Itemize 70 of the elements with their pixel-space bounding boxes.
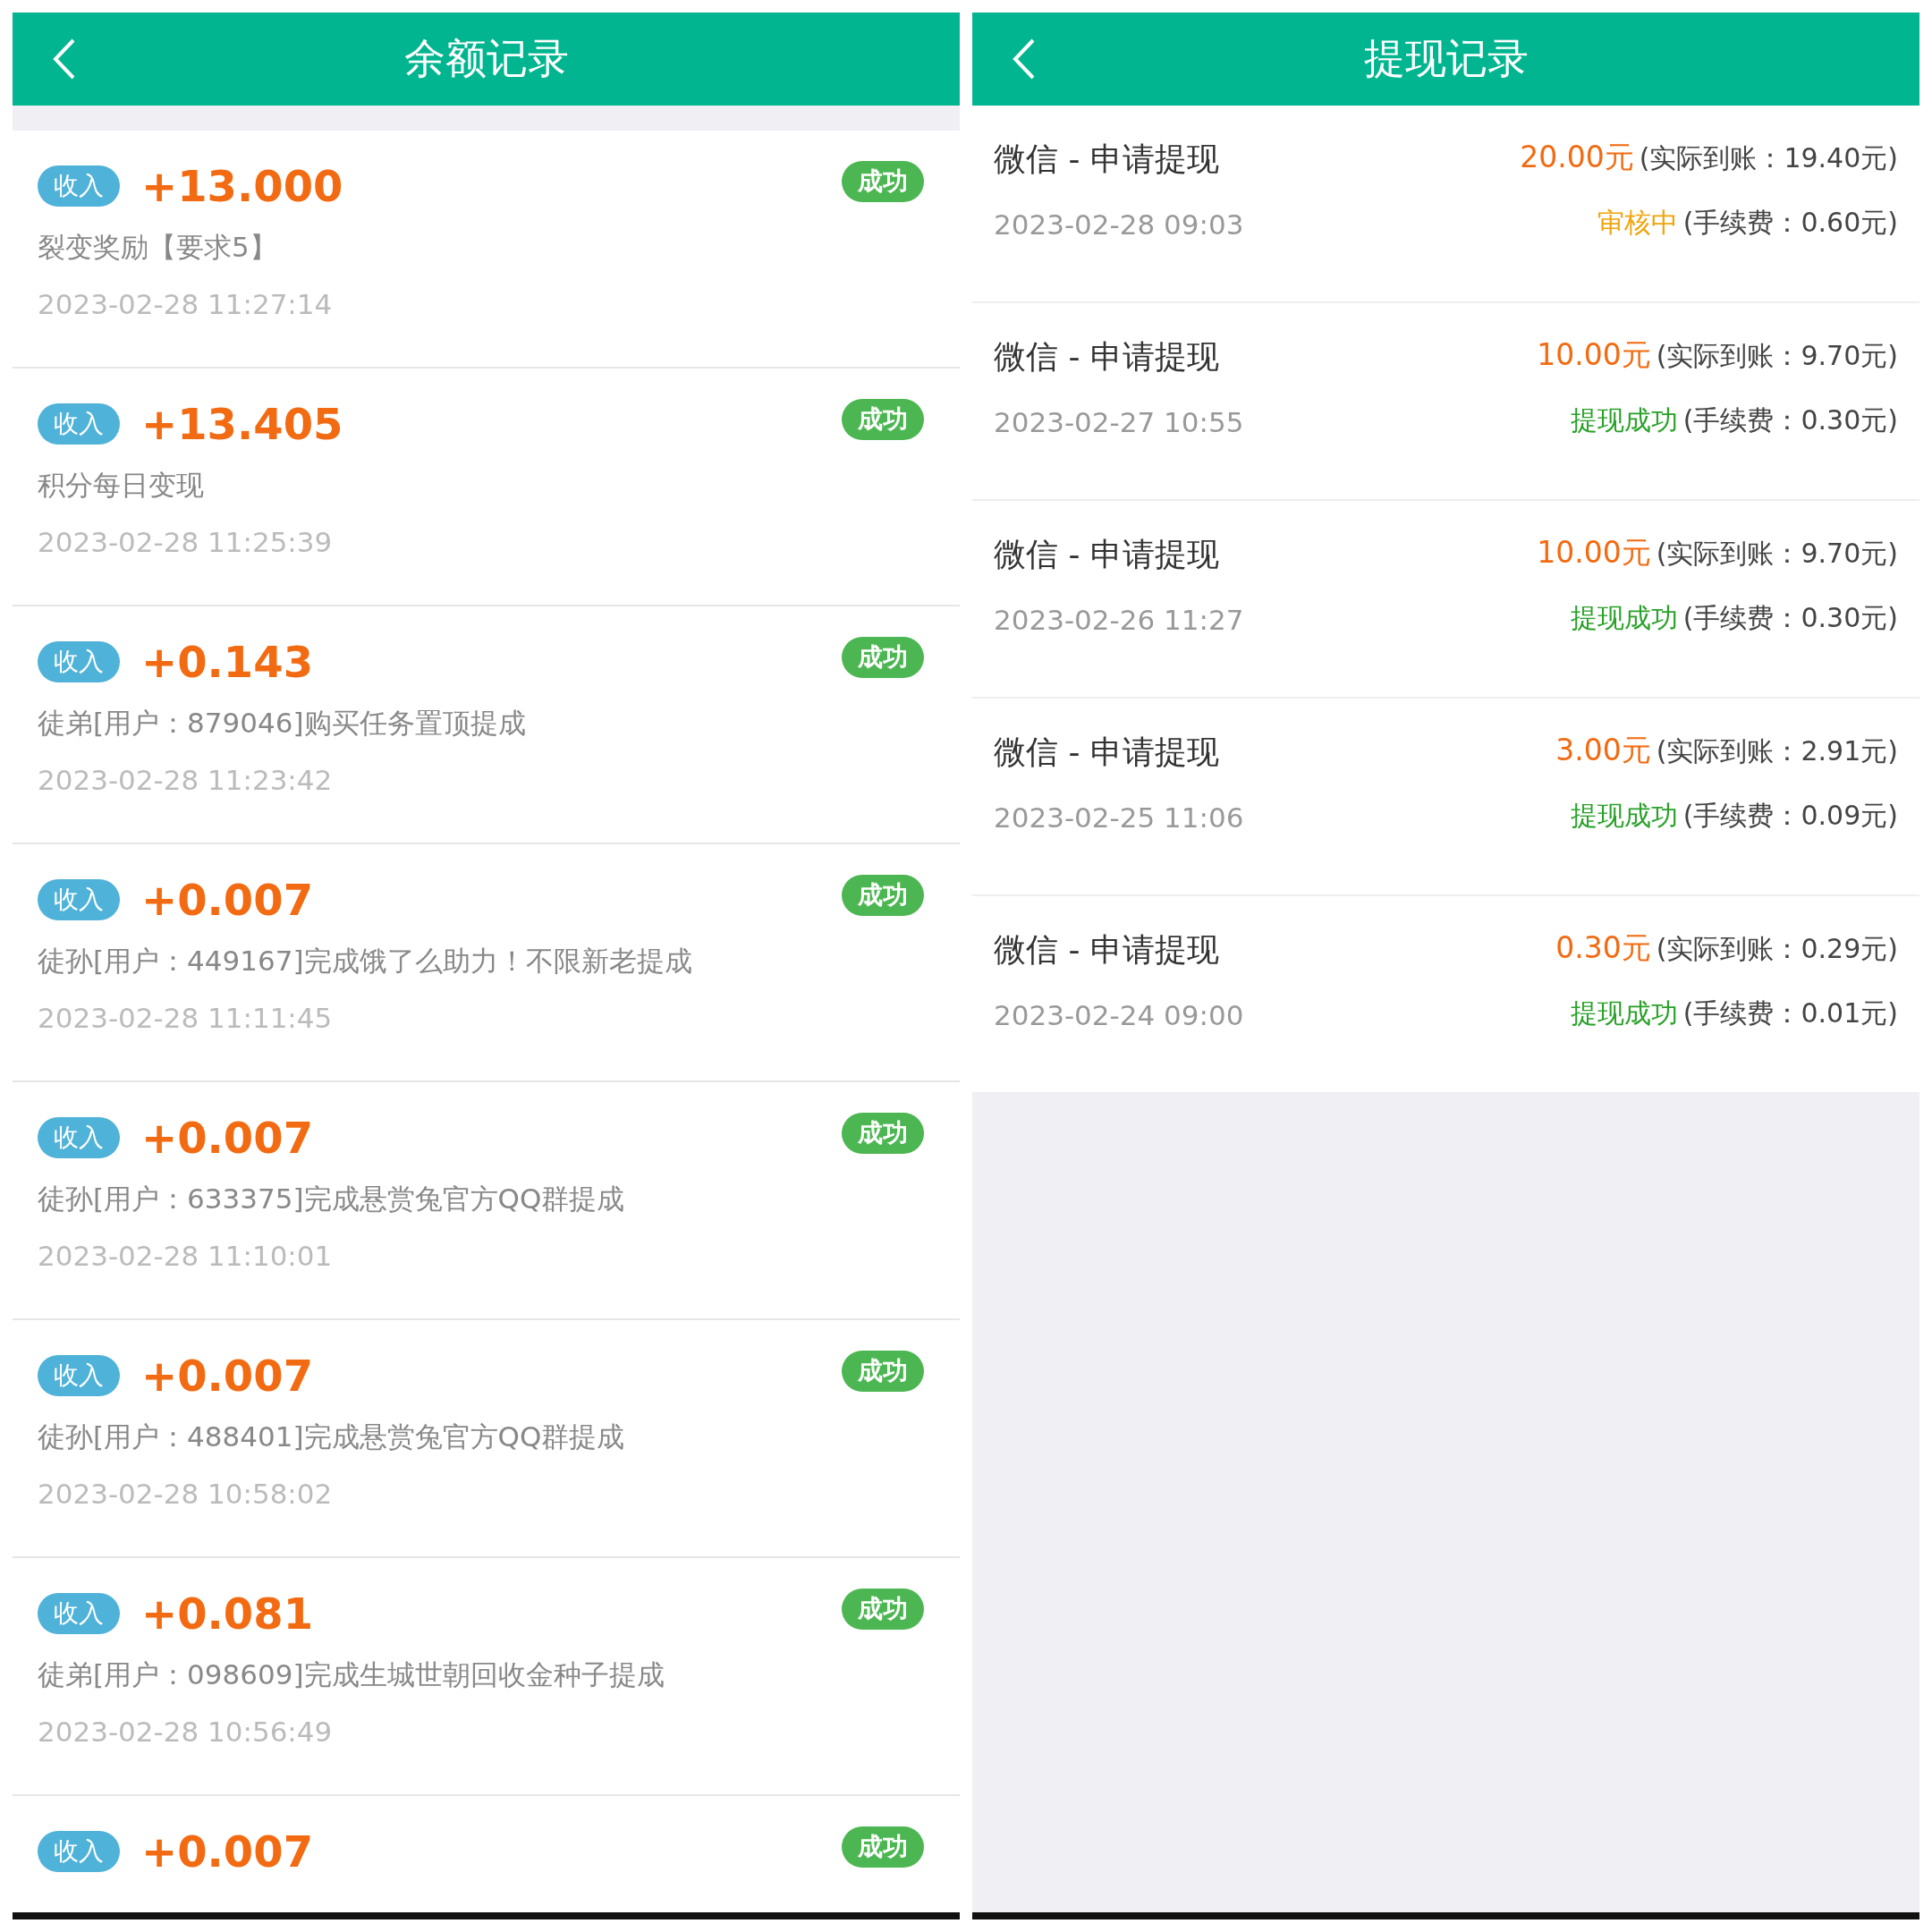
- amount: +0.007: [141, 1826, 315, 1877]
- income-tag: 收入: [38, 1593, 120, 1634]
- received-amount: (实际到账：0.29元): [1656, 932, 1898, 966]
- screen-title: 提现记录: [1363, 33, 1529, 84]
- income-tag: 收入: [38, 641, 120, 682]
- income-tag: 收入: [38, 1831, 120, 1872]
- amount: 10.00元: [1537, 534, 1651, 572]
- withdraw-status: 提现成功: [1570, 601, 1678, 635]
- amount: +0.143: [141, 637, 315, 687]
- record-time: 2023-02-24 09:00: [994, 999, 1244, 1031]
- withdraw-title: 微信 - 申请提现: [994, 140, 1220, 179]
- record-time: 2023-02-28 11:27:14: [38, 288, 334, 320]
- record-description: 积分每日变现: [38, 468, 205, 503]
- status-tag: 成功: [842, 161, 924, 202]
- record-time: 2023-02-26 11:27: [994, 604, 1244, 636]
- fee: (手续费：0.30元): [1682, 601, 1898, 635]
- withdraw-status: 提现成功: [1570, 996, 1678, 1030]
- record-description: 徒弟[用户：879046]购买任务置顶提成: [38, 706, 527, 741]
- amount: 3.00元: [1555, 732, 1651, 769]
- amount: 10.00元: [1537, 336, 1651, 374]
- amount: 0.30元: [1555, 929, 1651, 967]
- received-amount: (实际到账：19.40元): [1639, 141, 1898, 175]
- fee: (手续费：0.09元): [1682, 799, 1898, 833]
- status-tag: 成功: [842, 1113, 924, 1154]
- fee: (手续费：0.01元): [1682, 996, 1898, 1030]
- record-time: 2023-02-28 09:03: [994, 208, 1244, 241]
- income-tag: 收入: [38, 1117, 120, 1158]
- record-time: 2023-02-28 11:10:01: [38, 1240, 334, 1272]
- screen-title: 余额记录: [403, 33, 569, 84]
- withdraw-status: 提现成功: [1570, 403, 1678, 437]
- withdraw-title: 微信 - 申请提现: [994, 930, 1220, 970]
- withdraw-status: 提现成功: [1570, 799, 1678, 833]
- record-time: 2023-02-28 11:25:39: [38, 526, 334, 558]
- status-tag: 成功: [842, 875, 924, 916]
- received-amount: (实际到账：9.70元): [1656, 339, 1898, 373]
- withdraw-title: 微信 - 申请提现: [994, 733, 1220, 772]
- record-description: 徒弟[用户：098609]完成生城世朝回收金种子提成: [38, 1657, 665, 1692]
- income-tag: 收入: [38, 165, 120, 207]
- record-time: 2023-02-28 11:11:45: [38, 1002, 334, 1034]
- record-time: 2023-02-28 10:58:02: [38, 1478, 334, 1510]
- amount: +13.000: [141, 161, 344, 211]
- record-time: 2023-02-28 10:56:49: [38, 1716, 334, 1748]
- record-description: 徒孙[用户：488401]完成悬赏兔官方QQ群提成: [38, 1419, 626, 1454]
- amount: +0.081: [141, 1589, 315, 1639]
- fee: (手续费：0.60元): [1682, 206, 1898, 240]
- record-time: 2023-02-27 10:55: [994, 406, 1244, 438]
- status-tag: 成功: [842, 1589, 924, 1630]
- amount: 20.00元: [1520, 139, 1634, 176]
- record-description: 徒孙[用户：449167]完成饿了么助力！不限新老提成: [38, 944, 693, 979]
- record-description: 裂变奖励【要求5】: [38, 230, 278, 265]
- withdraw-title: 微信 - 申请提现: [994, 337, 1220, 377]
- amount: +0.007: [141, 875, 315, 925]
- fee: (手续费：0.30元): [1682, 403, 1898, 437]
- withdraw-status: 审核中: [1597, 206, 1678, 240]
- received-amount: (实际到账：2.91元): [1656, 734, 1898, 768]
- status-tag: 成功: [842, 637, 924, 678]
- amount: +0.007: [141, 1351, 315, 1401]
- withdraw-title: 微信 - 申请提现: [994, 535, 1220, 574]
- status-tag: 成功: [842, 399, 924, 440]
- income-tag: 收入: [38, 403, 120, 445]
- record-time: 2023-02-25 11:06: [994, 801, 1244, 834]
- amount: +0.007: [141, 1113, 315, 1163]
- income-tag: 收入: [38, 1355, 120, 1396]
- record-description: 徒孙[用户：633375]完成悬赏兔官方QQ群提成: [38, 1182, 626, 1216]
- status-tag: 成功: [842, 1826, 924, 1868]
- received-amount: (实际到账：9.70元): [1656, 537, 1898, 571]
- amount: +13.405: [141, 399, 344, 449]
- record-time: 2023-02-28 11:23:42: [38, 764, 334, 796]
- status-tag: 成功: [842, 1351, 924, 1392]
- income-tag: 收入: [38, 879, 120, 920]
